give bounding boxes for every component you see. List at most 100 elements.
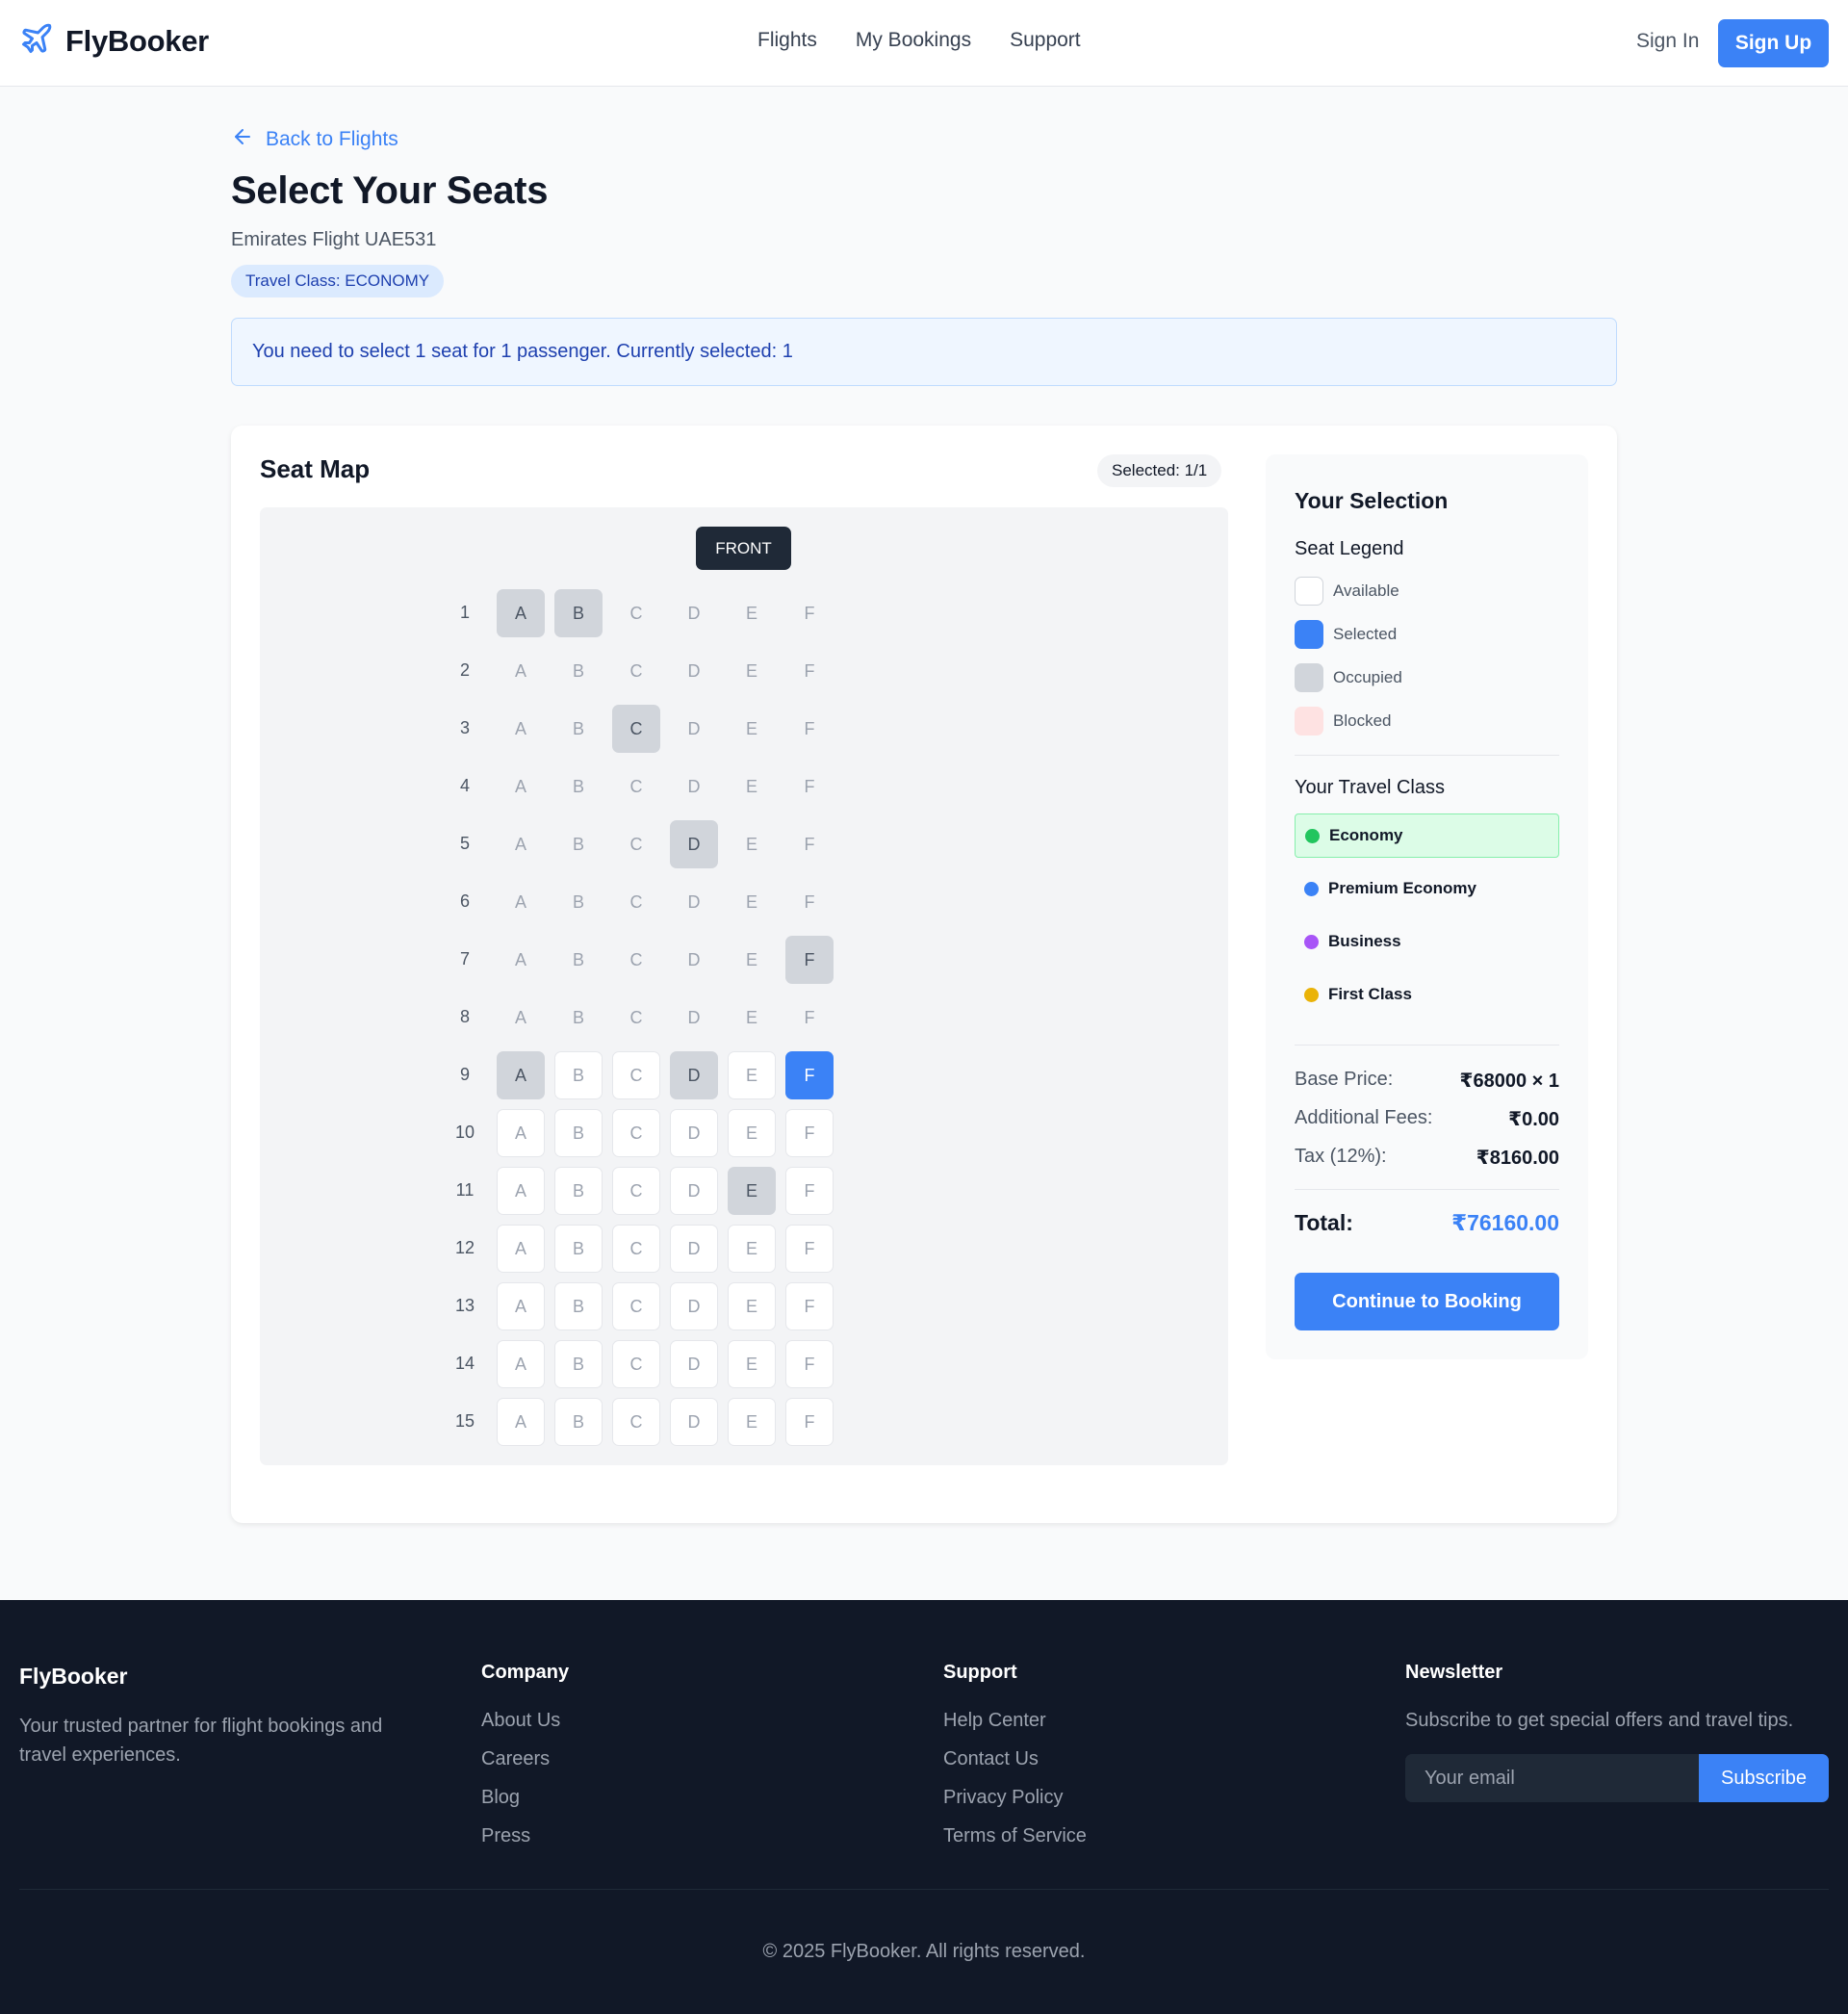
seat-3A[interactable]: A	[497, 705, 545, 753]
subscribe-button[interactable]: Subscribe	[1699, 1754, 1829, 1802]
seat-7E[interactable]: E	[728, 936, 776, 984]
seat-13A[interactable]: A	[497, 1282, 545, 1330]
seat-4B[interactable]: B	[554, 762, 603, 811]
seat-1D[interactable]: D	[670, 589, 718, 637]
seat-6C[interactable]: C	[612, 878, 660, 926]
seat-1F[interactable]: F	[785, 589, 834, 637]
seat-10A[interactable]: A	[497, 1109, 545, 1157]
travel-class-first[interactable]: First Class	[1295, 972, 1559, 1017]
seat-2E[interactable]: E	[728, 647, 776, 695]
seat-8E[interactable]: E	[728, 994, 776, 1042]
seat-6F[interactable]: F	[785, 878, 834, 926]
seat-4D[interactable]: D	[670, 762, 718, 811]
seat-4A[interactable]: A	[497, 762, 545, 811]
seat-5E[interactable]: E	[728, 820, 776, 868]
seat-2C[interactable]: C	[612, 647, 660, 695]
seat-14E[interactable]: E	[728, 1340, 776, 1388]
seat-1E[interactable]: E	[728, 589, 776, 637]
seat-14A[interactable]: A	[497, 1340, 545, 1388]
seat-14B[interactable]: B	[554, 1340, 603, 1388]
seat-2B[interactable]: B	[554, 647, 603, 695]
travel-class-economy[interactable]: Economy	[1295, 813, 1559, 858]
seat-15A[interactable]: A	[497, 1398, 545, 1446]
seat-3D[interactable]: D	[670, 705, 718, 753]
seat-5A[interactable]: A	[497, 820, 545, 868]
seat-13B[interactable]: B	[554, 1282, 603, 1330]
footer-link-careers[interactable]: Careers	[481, 1748, 550, 1770]
seat-6B[interactable]: B	[554, 878, 603, 926]
sign-up-button[interactable]: Sign Up	[1718, 19, 1829, 67]
seat-8D[interactable]: D	[670, 994, 718, 1042]
seat-11C[interactable]: C	[612, 1167, 660, 1215]
seat-3E[interactable]: E	[728, 705, 776, 753]
footer-link-about[interactable]: About Us	[481, 1710, 560, 1732]
seat-11B[interactable]: B	[554, 1167, 603, 1215]
seat-2A[interactable]: A	[497, 647, 545, 695]
seat-12E[interactable]: E	[728, 1225, 776, 1273]
seat-8A[interactable]: A	[497, 994, 545, 1042]
brand-logo[interactable]: FlyBooker	[19, 21, 209, 61]
travel-class-business[interactable]: Business	[1295, 919, 1559, 964]
seat-15F[interactable]: F	[785, 1398, 834, 1446]
seat-4C[interactable]: C	[612, 762, 660, 811]
seat-7C[interactable]: C	[612, 936, 660, 984]
seat-10C[interactable]: C	[612, 1109, 660, 1157]
seat-2D[interactable]: D	[670, 647, 718, 695]
seat-13E[interactable]: E	[728, 1282, 776, 1330]
travel-class-premium-economy[interactable]: Premium Economy	[1295, 866, 1559, 911]
seat-13C[interactable]: C	[612, 1282, 660, 1330]
seat-13D[interactable]: D	[670, 1282, 718, 1330]
seat-15D[interactable]: D	[670, 1398, 718, 1446]
nav-my-bookings[interactable]: My Bookings	[856, 29, 971, 52]
seat-8B[interactable]: B	[554, 994, 603, 1042]
seat-9C[interactable]: C	[612, 1051, 660, 1099]
sign-in-link[interactable]: Sign In	[1636, 30, 1699, 53]
seat-4E[interactable]: E	[728, 762, 776, 811]
seat-11F[interactable]: F	[785, 1167, 834, 1215]
seat-11D[interactable]: D	[670, 1167, 718, 1215]
seat-9B[interactable]: B	[554, 1051, 603, 1099]
seat-12F[interactable]: F	[785, 1225, 834, 1273]
seat-7B[interactable]: B	[554, 936, 603, 984]
seat-6E[interactable]: E	[728, 878, 776, 926]
seat-9F[interactable]: F	[785, 1051, 834, 1099]
footer-link-contact[interactable]: Contact Us	[943, 1748, 1039, 1770]
seat-11A[interactable]: A	[497, 1167, 545, 1215]
seat-14C[interactable]: C	[612, 1340, 660, 1388]
seat-15B[interactable]: B	[554, 1398, 603, 1446]
seat-4F[interactable]: F	[785, 762, 834, 811]
seat-12C[interactable]: C	[612, 1225, 660, 1273]
seat-15C[interactable]: C	[612, 1398, 660, 1446]
footer-link-privacy[interactable]: Privacy Policy	[943, 1787, 1063, 1809]
nav-flights[interactable]: Flights	[757, 29, 817, 52]
seat-12B[interactable]: B	[554, 1225, 603, 1273]
footer-link-press[interactable]: Press	[481, 1825, 530, 1847]
nav-support[interactable]: Support	[1010, 29, 1081, 52]
seat-13F[interactable]: F	[785, 1282, 834, 1330]
seat-1C[interactable]: C	[612, 589, 660, 637]
back-to-flights-link[interactable]: Back to Flights	[231, 125, 398, 154]
seat-6A[interactable]: A	[497, 878, 545, 926]
seat-3F[interactable]: F	[785, 705, 834, 753]
seat-14F[interactable]: F	[785, 1340, 834, 1388]
seat-2F[interactable]: F	[785, 647, 834, 695]
newsletter-email-input[interactable]	[1405, 1754, 1699, 1802]
seat-10D[interactable]: D	[670, 1109, 718, 1157]
seat-10E[interactable]: E	[728, 1109, 776, 1157]
seat-5C[interactable]: C	[612, 820, 660, 868]
seat-12A[interactable]: A	[497, 1225, 545, 1273]
seat-5F[interactable]: F	[785, 820, 834, 868]
seat-8C[interactable]: C	[612, 994, 660, 1042]
seat-7A[interactable]: A	[497, 936, 545, 984]
footer-link-blog[interactable]: Blog	[481, 1787, 520, 1809]
seat-6D[interactable]: D	[670, 878, 718, 926]
seat-3B[interactable]: B	[554, 705, 603, 753]
seat-7D[interactable]: D	[670, 936, 718, 984]
footer-link-terms[interactable]: Terms of Service	[943, 1825, 1087, 1847]
seat-10F[interactable]: F	[785, 1109, 834, 1157]
seat-9E[interactable]: E	[728, 1051, 776, 1099]
seat-15E[interactable]: E	[728, 1398, 776, 1446]
seat-5B[interactable]: B	[554, 820, 603, 868]
seat-8F[interactable]: F	[785, 994, 834, 1042]
seat-10B[interactable]: B	[554, 1109, 603, 1157]
